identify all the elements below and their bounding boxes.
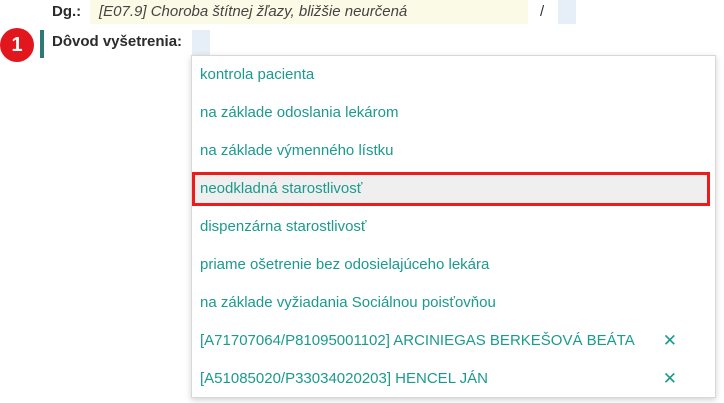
option-label: na základe vyžiadania Sociálnou poisťovň…	[200, 294, 496, 311]
dropdown-option[interactable]: kontrola pacienta	[192, 58, 715, 92]
diagnosis-field[interactable]: [E07.9] Choroba štítnej žľazy, bližšie n…	[90, 0, 528, 24]
required-indicator-bar	[40, 30, 44, 58]
option-label: kontrola pacienta	[200, 66, 315, 83]
reason-select-input[interactable]	[192, 30, 210, 56]
dropdown-option[interactable]: [A51085020/P33034020203] HENCEL JÁN ✕	[192, 362, 715, 396]
diagnosis-label: Dg.:	[52, 3, 82, 20]
step-badge: 1	[0, 28, 34, 62]
dropdown-option[interactable]: dispenzárna starostlivosť	[192, 210, 715, 244]
dropdown-option[interactable]: na základe odoslania lekárom	[192, 96, 715, 130]
option-label: priame ošetrenie bez odosielajúceho leká…	[200, 256, 490, 273]
option-label: na základe výmenného lístku	[200, 142, 394, 159]
reason-label: Dôvod vyšetrenia:	[52, 33, 183, 50]
option-label: neodkladná starostlivosť	[200, 180, 363, 197]
diagnosis-separator: /	[528, 0, 558, 24]
close-icon[interactable]: ✕	[663, 324, 677, 358]
diagnosis-secondary-field[interactable]	[558, 0, 576, 24]
dropdown-option[interactable]: [A71707064/P81095001102] ARCINIEGAS BERK…	[192, 324, 715, 358]
option-label: [A51085020/P33034020203] HENCEL JÁN	[200, 370, 488, 387]
dropdown-option[interactable]: na základe výmenného lístku	[192, 134, 715, 168]
option-label: dispenzárna starostlivosť	[200, 218, 367, 235]
dropdown-option-selected[interactable]: neodkladná starostlivosť	[192, 172, 710, 206]
option-label: [A71707064/P81095001102] ARCINIEGAS BERK…	[200, 332, 635, 349]
reason-dropdown-list: kontrola pacienta na základe odoslania l…	[191, 55, 716, 398]
page: Dg.: [E07.9] Choroba štítnej žľazy, bliž…	[0, 0, 724, 403]
dropdown-option[interactable]: na základe vyžiadania Sociálnou poisťovň…	[192, 286, 715, 320]
close-icon[interactable]: ✕	[663, 362, 677, 396]
option-label: na základe odoslania lekárom	[200, 104, 399, 121]
dropdown-option[interactable]: priame ošetrenie bez odosielajúceho leká…	[192, 248, 715, 282]
